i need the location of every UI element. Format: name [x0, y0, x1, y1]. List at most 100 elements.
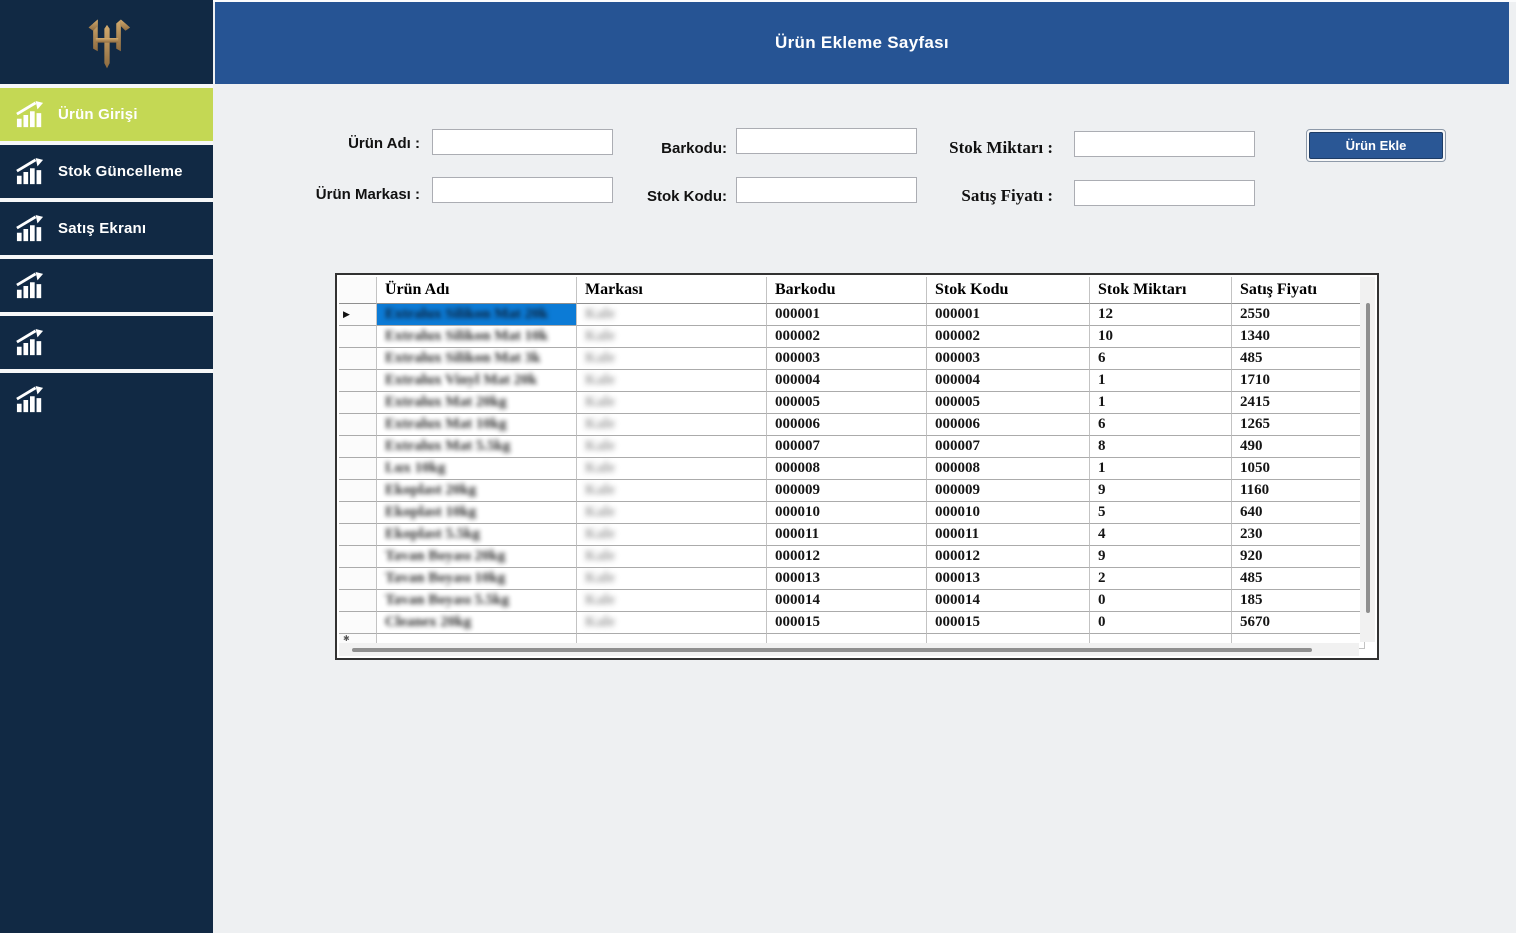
- urun-adi-input[interactable]: [432, 129, 613, 155]
- vertical-scrollbar-thumb[interactable]: [1366, 303, 1370, 613]
- cell-urun-adi[interactable]: Ekoplast 5.5kg: [377, 524, 577, 546]
- cell-satis-fiyati[interactable]: 485: [1232, 568, 1365, 590]
- cell-urun-adi[interactable]: Extralux Mat 20kg: [377, 392, 577, 414]
- cell-stok-kodu[interactable]: 000015: [927, 612, 1090, 634]
- cell-barkodu[interactable]: 000012: [767, 546, 927, 568]
- cell-barkodu[interactable]: 000006: [767, 414, 927, 436]
- cell-barkodu[interactable]: 000014: [767, 590, 927, 612]
- cell-satis-fiyati[interactable]: 1340: [1232, 326, 1365, 348]
- cell-barkodu[interactable]: 000008: [767, 458, 927, 480]
- cell-stok-kodu[interactable]: 000007: [927, 436, 1090, 458]
- cell-urun-adi[interactable]: Extralux Silikon Mat 10k: [377, 326, 577, 348]
- cell-barkodu[interactable]: 000010: [767, 502, 927, 524]
- sidebar-item-urun-girisi[interactable]: Ürün Girişi: [0, 84, 213, 141]
- cell-stok-miktari[interactable]: 1: [1090, 458, 1232, 480]
- row-header-cell[interactable]: [339, 436, 377, 458]
- cell-urun-adi[interactable]: Extralux Silikon Mat 3k: [377, 348, 577, 370]
- column-header-markasi[interactable]: Markası: [577, 277, 767, 304]
- stok-kodu-input[interactable]: [736, 177, 917, 203]
- cell-barkodu[interactable]: 000001: [767, 304, 927, 326]
- cell-urun-adi[interactable]: Tavan Boyası 10kg: [377, 568, 577, 590]
- cell-markasi[interactable]: Kale: [577, 370, 767, 392]
- cell-markasi[interactable]: Kale: [577, 436, 767, 458]
- cell-urun-adi[interactable]: Extralux Mat 5.5kg: [377, 436, 577, 458]
- cell-satis-fiyati[interactable]: 1265: [1232, 414, 1365, 436]
- cell-urun-adi[interactable]: Ekoplast 20kg: [377, 480, 577, 502]
- cell-markasi[interactable]: Kale: [577, 480, 767, 502]
- row-header-cell[interactable]: [339, 326, 377, 348]
- cell-urun-adi[interactable]: Extralux Vinyl Mat 20k: [377, 370, 577, 392]
- cell-stok-kodu[interactable]: 000003: [927, 348, 1090, 370]
- column-header-barkodu[interactable]: Barkodu: [767, 277, 927, 304]
- sidebar-item-satis-ekrani[interactable]: Satış Ekranı: [0, 198, 213, 255]
- vertical-scrollbar[interactable]: [1360, 277, 1375, 642]
- row-header-cell[interactable]: [339, 502, 377, 524]
- cell-barkodu[interactable]: 000003: [767, 348, 927, 370]
- cell-barkodu[interactable]: 000013: [767, 568, 927, 590]
- cell-stok-miktari[interactable]: 0: [1090, 590, 1232, 612]
- cell-markasi[interactable]: Kale: [577, 326, 767, 348]
- column-header-urun-adi[interactable]: Ürün Adı: [377, 277, 577, 304]
- cell-stok-kodu[interactable]: 000009: [927, 480, 1090, 502]
- cell-stok-kodu[interactable]: 000008: [927, 458, 1090, 480]
- cell-urun-adi[interactable]: Extralux Silikon Mat 20k: [377, 304, 577, 326]
- row-header-cell[interactable]: [339, 524, 377, 546]
- cell-urun-adi[interactable]: Tavan Boyası 5.5kg: [377, 590, 577, 612]
- cell-satis-fiyati[interactable]: 640: [1232, 502, 1365, 524]
- row-header-cell[interactable]: [339, 590, 377, 612]
- column-header-satis-fiyati[interactable]: Satış Fiyatı: [1232, 277, 1365, 304]
- cell-stok-kodu[interactable]: 000005: [927, 392, 1090, 414]
- cell-markasi[interactable]: Kale: [577, 612, 767, 634]
- cell-markasi[interactable]: Kale: [577, 590, 767, 612]
- sidebar-item-stok-guncelleme[interactable]: Stok Güncelleme: [0, 141, 213, 198]
- sidebar-item-4[interactable]: [0, 255, 213, 312]
- row-header-cell[interactable]: [339, 392, 377, 414]
- cell-stok-miktari[interactable]: 2: [1090, 568, 1232, 590]
- cell-barkodu[interactable]: 000015: [767, 612, 927, 634]
- cell-stok-miktari[interactable]: 1: [1090, 392, 1232, 414]
- cell-satis-fiyati[interactable]: 1710: [1232, 370, 1365, 392]
- cell-stok-kodu[interactable]: 000011: [927, 524, 1090, 546]
- cell-urun-adi[interactable]: Tavan Boyası 20kg: [377, 546, 577, 568]
- satis-fiyati-input[interactable]: [1074, 180, 1255, 206]
- horizontal-scrollbar[interactable]: [339, 643, 1359, 656]
- cell-stok-kodu[interactable]: 000014: [927, 590, 1090, 612]
- cell-markasi[interactable]: Kale: [577, 304, 767, 326]
- cell-satis-fiyati[interactable]: 1050: [1232, 458, 1365, 480]
- cell-stok-miktari[interactable]: 6: [1090, 348, 1232, 370]
- row-header-cell[interactable]: [339, 612, 377, 634]
- cell-urun-adi[interactable]: Cleanex 20kg: [377, 612, 577, 634]
- cell-stok-miktari[interactable]: 4: [1090, 524, 1232, 546]
- cell-markasi[interactable]: Kale: [577, 392, 767, 414]
- cell-satis-fiyati[interactable]: 5670: [1232, 612, 1365, 634]
- sidebar-item-5[interactable]: [0, 312, 213, 369]
- stok-miktari-input[interactable]: [1074, 131, 1255, 157]
- cell-barkodu[interactable]: 000002: [767, 326, 927, 348]
- row-header-cell[interactable]: [339, 568, 377, 590]
- cell-stok-miktari[interactable]: 5: [1090, 502, 1232, 524]
- cell-stok-kodu[interactable]: 000004: [927, 370, 1090, 392]
- cell-markasi[interactable]: Kale: [577, 414, 767, 436]
- row-header-cell[interactable]: [339, 370, 377, 392]
- cell-barkodu[interactable]: 000004: [767, 370, 927, 392]
- cell-barkodu[interactable]: 000009: [767, 480, 927, 502]
- cell-satis-fiyati[interactable]: 490: [1232, 436, 1365, 458]
- cell-markasi[interactable]: Kale: [577, 568, 767, 590]
- cell-satis-fiyati[interactable]: 230: [1232, 524, 1365, 546]
- column-header-stok-miktari[interactable]: Stok Miktarı: [1090, 277, 1232, 304]
- cell-urun-adi[interactable]: Lux 10kg: [377, 458, 577, 480]
- urun-markasi-input[interactable]: [432, 177, 613, 203]
- row-header-cell[interactable]: [339, 480, 377, 502]
- cell-stok-kodu[interactable]: 000010: [927, 502, 1090, 524]
- row-header-cell[interactable]: [339, 458, 377, 480]
- cell-markasi[interactable]: Kale: [577, 546, 767, 568]
- cell-stok-miktari[interactable]: 1: [1090, 370, 1232, 392]
- cell-satis-fiyati[interactable]: 2550: [1232, 304, 1365, 326]
- cell-stok-miktari[interactable]: 9: [1090, 546, 1232, 568]
- row-header-cell[interactable]: ▶: [339, 304, 377, 326]
- cell-stok-miktari[interactable]: 6: [1090, 414, 1232, 436]
- column-header-stok-kodu[interactable]: Stok Kodu: [927, 277, 1090, 304]
- cell-markasi[interactable]: Kale: [577, 458, 767, 480]
- cell-barkodu[interactable]: 000007: [767, 436, 927, 458]
- row-header-cell[interactable]: [339, 546, 377, 568]
